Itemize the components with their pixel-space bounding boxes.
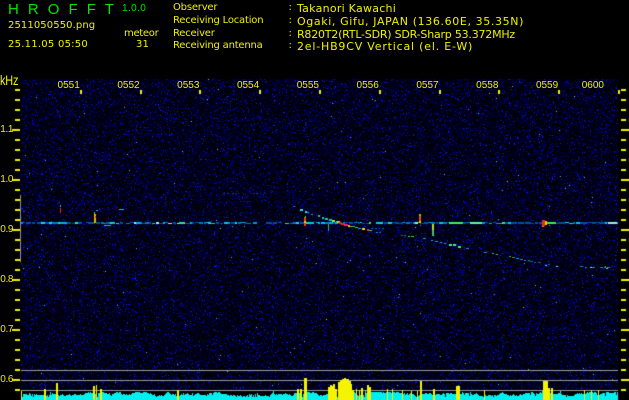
info-colon-2: :: [288, 27, 292, 39]
freq-label-0.8: 0.8: [0, 274, 13, 285]
time-label-0600: 0600: [581, 80, 604, 91]
info-label-3: Receiving antenna: [173, 40, 263, 52]
echo-count: 31: [136, 38, 149, 50]
datetime-label: 25.11.05 05:50: [8, 38, 89, 50]
app-version: 1.0.0: [122, 3, 147, 14]
info-label-1: Receiving Location: [173, 14, 264, 26]
info-value-1: Ogaki, Gifu, JAPAN (136.60E, 35.35N): [297, 14, 525, 28]
info-colon-0: :: [288, 2, 292, 13]
output-filename: 2511050550.png: [8, 19, 96, 31]
mode-label: meteor: [124, 27, 159, 39]
hrofft-window: H R O F F T 1.0.0 2511050550.png meteor …: [0, 0, 629, 400]
time-label-0552: 0552: [117, 80, 140, 91]
info-colon-1: :: [288, 14, 292, 26]
time-label-0559: 0559: [535, 80, 559, 91]
freq-label-0.7: 0.7: [0, 324, 13, 335]
info-colon-3: :: [288, 40, 292, 52]
freq-label-0.6: 0.6: [0, 374, 13, 385]
freq-label-1.0: 1.0: [0, 174, 13, 185]
spectrogram-canvas: [0, 0, 629, 400]
time-label-0553: 0553: [177, 80, 200, 91]
time-label-0556: 0556: [356, 80, 379, 91]
info-value-0: Takanori Kawachi: [297, 2, 397, 15]
info-label-0: Observer: [173, 2, 218, 13]
time-label-0554: 0554: [236, 80, 260, 91]
freq-label-0.9: 0.9: [0, 224, 13, 235]
time-label-0557: 0557: [416, 80, 439, 91]
time-label-0555: 0555: [296, 80, 319, 91]
time-label-0551: 0551: [57, 80, 80, 91]
app-title: H R O F F T: [8, 1, 117, 18]
freq-axis-unit: kHz: [0, 71, 19, 88]
info-label-2: Receiver: [173, 27, 215, 39]
freq-label-1.1: 1.1: [0, 124, 13, 135]
info-value-2: R820T2(RTL-SDR) SDR-Sharp 53.372MHz: [297, 27, 515, 41]
time-label-0558: 0558: [476, 80, 499, 91]
info-value-3: 2el-HB9CV Vertical (el. E-W): [297, 40, 474, 54]
